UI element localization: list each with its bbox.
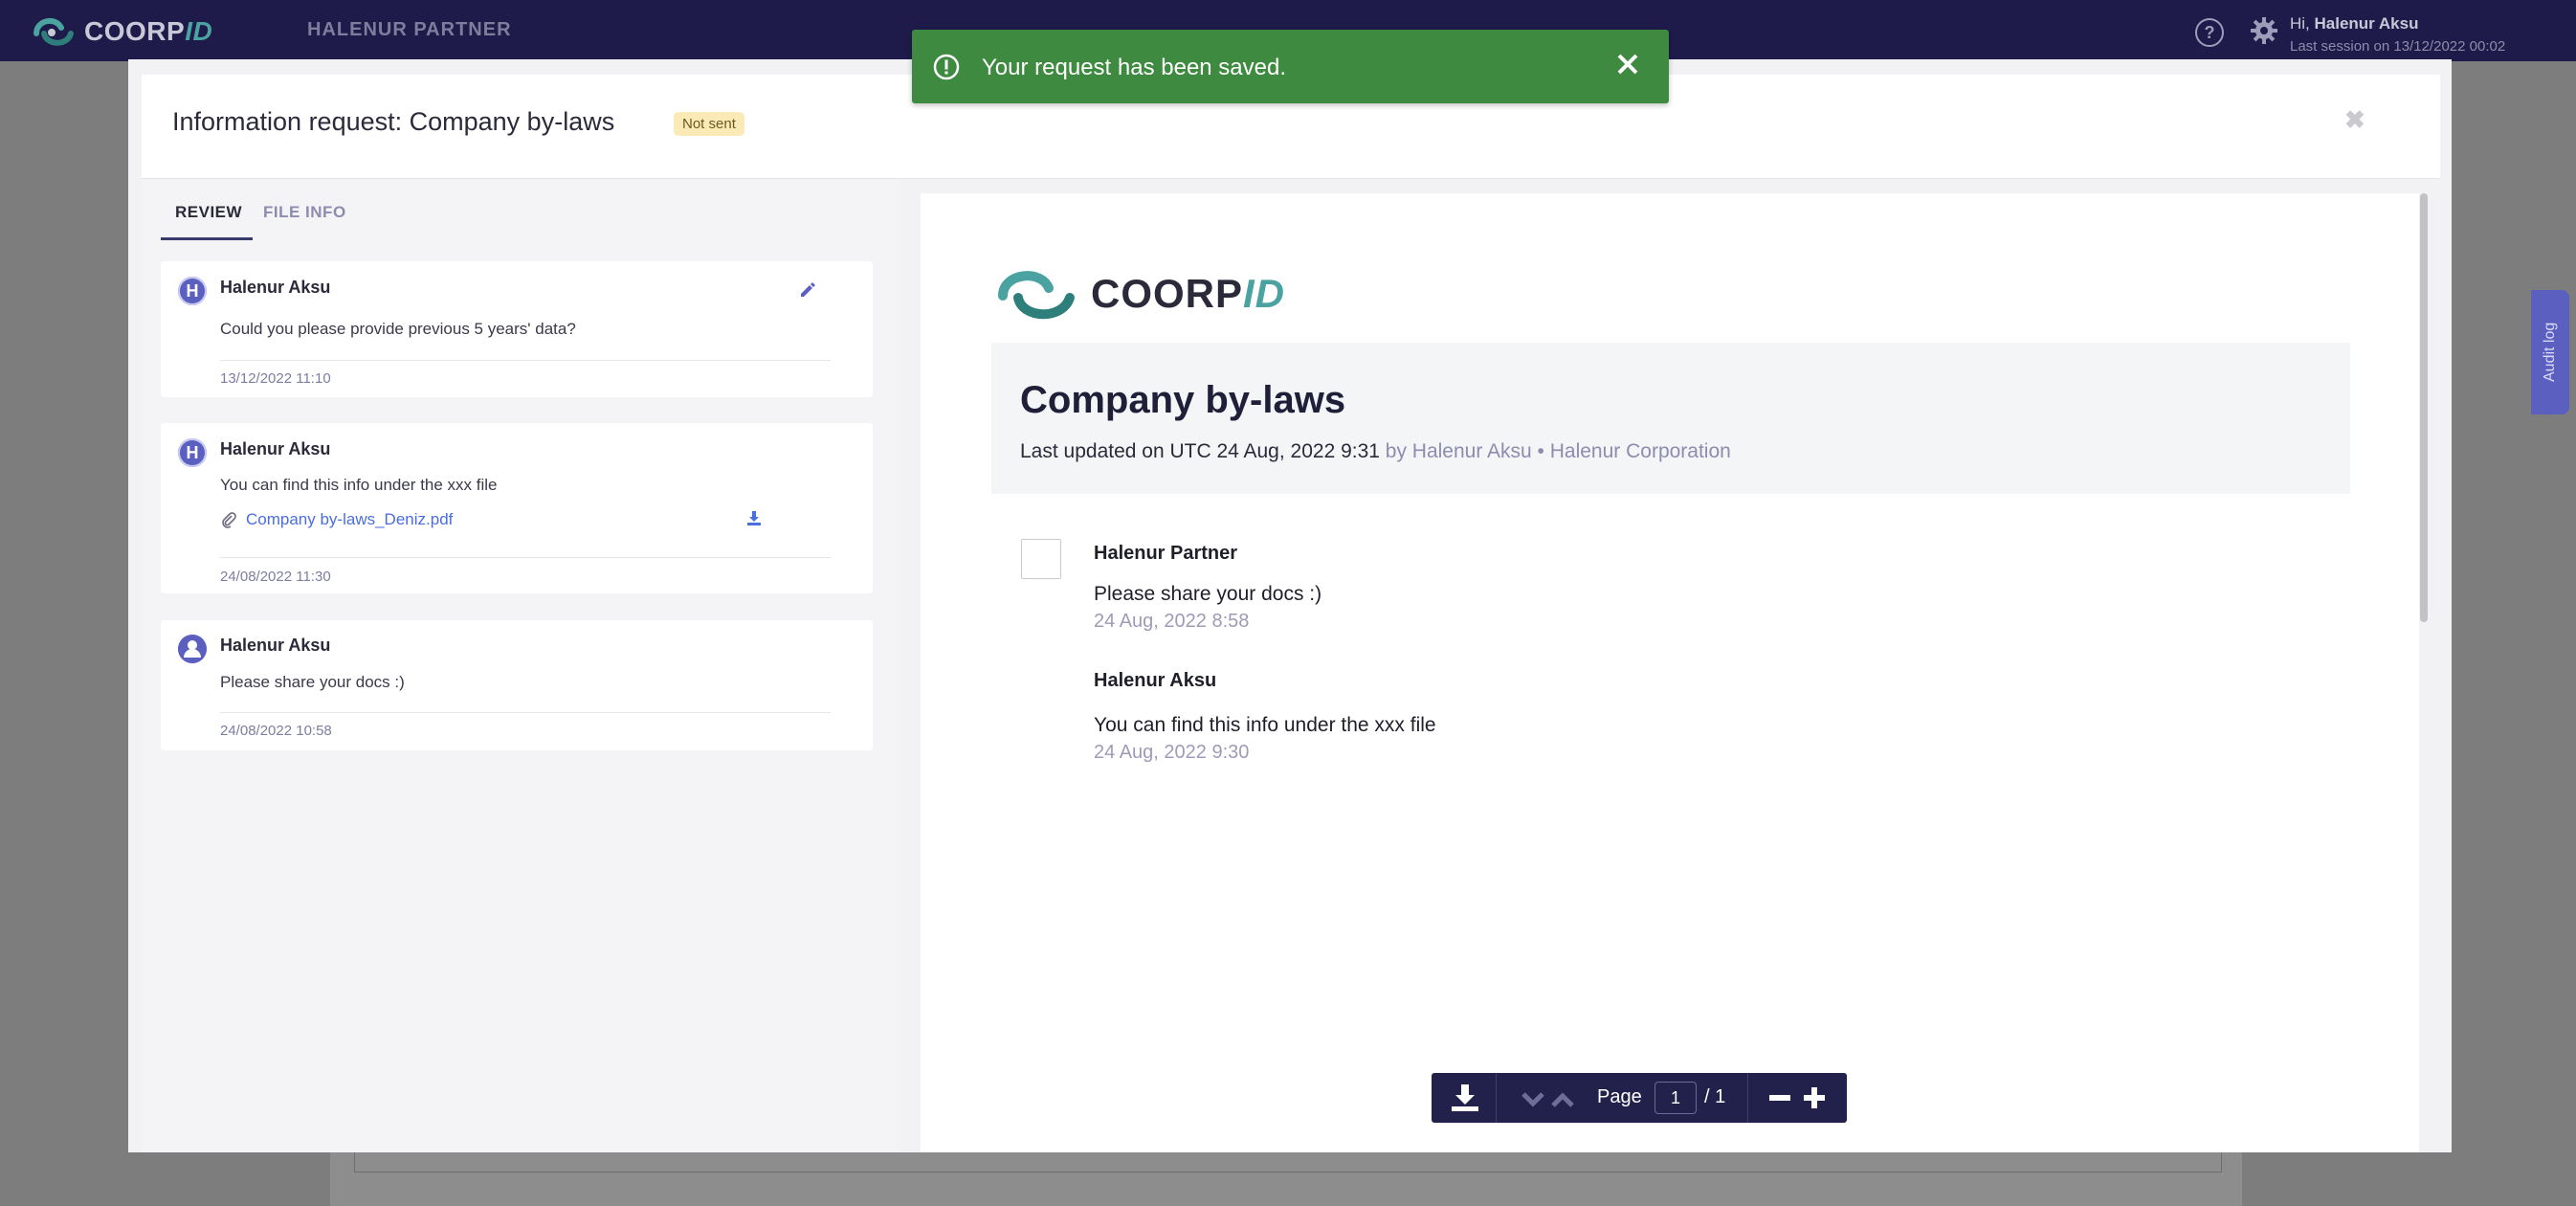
- comment-author: Halenur Aksu: [220, 278, 331, 297]
- document-scrollbar-thumb[interactable]: [2420, 193, 2428, 622]
- user-greeting[interactable]: Hi, Halenur Aksu: [2290, 14, 2418, 34]
- comment-text: Could you please provide previous 5 year…: [220, 320, 576, 338]
- avatar: H: [178, 438, 207, 467]
- zoom-in-icon[interactable]: [1802, 1085, 1827, 1110]
- download-icon[interactable]: [1449, 1083, 1481, 1113]
- paperclip-icon: [222, 512, 236, 528]
- close-modal-icon[interactable]: ✖: [2344, 105, 2365, 135]
- toolbar-divider: [1747, 1073, 1748, 1123]
- user-avatar-icon: [178, 635, 207, 663]
- audit-log-tab[interactable]: Audit log: [2531, 290, 2569, 414]
- help-icon[interactable]: ?: [2195, 18, 2224, 47]
- document-message-text: Please share your docs :): [1094, 583, 1322, 605]
- document-message-author: Halenur Partner: [1094, 543, 1238, 564]
- comment-divider: [220, 712, 831, 713]
- attachment-link[interactable]: Company by-laws_Deniz.pdf: [246, 510, 453, 529]
- edit-pencil-icon[interactable]: [798, 280, 817, 300]
- chevron-up-icon[interactable]: [1550, 1086, 1575, 1111]
- comment-date: 13/12/2022 11:10: [220, 370, 331, 387]
- comment-text: You can find this info under the xxx fil…: [220, 476, 498, 494]
- document-message-author: Halenur Aksu: [1094, 670, 1217, 691]
- document-message-text: You can find this info under the xxx fil…: [1094, 714, 1436, 736]
- chevron-down-icon[interactable]: [1521, 1086, 1545, 1111]
- download-icon[interactable]: [744, 508, 764, 527]
- comment-divider: [220, 557, 831, 558]
- document-title: Company by-laws: [1020, 379, 1346, 421]
- comment-divider: [220, 360, 831, 361]
- comment-date: 24/08/2022 10:58: [220, 723, 332, 739]
- comment-author: Halenur Aksu: [220, 636, 331, 655]
- status-badge: Not sent: [674, 112, 744, 136]
- modal-title: Information request: Company by-laws: [172, 107, 615, 136]
- document-last-updated: Last updated on UTC 24 Aug, 2022 9:31 by…: [1020, 440, 1731, 462]
- document-message-date: 24 Aug, 2022 9:30: [1094, 742, 1250, 763]
- tab-file-info[interactable]: FILE INFO: [263, 203, 346, 222]
- document-brand-name: COORPID: [1091, 271, 1286, 316]
- user-name: Halenur Aksu: [2314, 14, 2419, 33]
- alert-circle-icon: [933, 54, 960, 80]
- zoom-out-icon[interactable]: [1767, 1085, 1792, 1110]
- brand-logo-link[interactable]: COORPID: [29, 12, 212, 51]
- page-number-input[interactable]: [1654, 1082, 1697, 1114]
- avatar: H: [178, 277, 207, 305]
- toolbar-divider: [1496, 1073, 1497, 1123]
- brand-name: COORPID: [84, 16, 213, 46]
- last-session-text: Last session on 13/12/2022 00:02: [2290, 38, 2506, 55]
- document-message-date: 24 Aug, 2022 8:58: [1094, 611, 1250, 632]
- document-checkbox: [1021, 539, 1061, 579]
- total-pages: / 1: [1704, 1086, 1726, 1107]
- coorpid-logo-icon: [998, 271, 1075, 320]
- coorpid-logo-icon: [33, 17, 74, 46]
- active-tab-indicator: [161, 237, 253, 240]
- comment-date: 24/08/2022 11:30: [220, 569, 331, 585]
- comment-author: Halenur Aksu: [220, 439, 331, 458]
- close-icon[interactable]: [1615, 52, 1640, 77]
- tab-review[interactable]: REVIEW: [175, 203, 242, 222]
- gear-icon[interactable]: [2249, 15, 2279, 46]
- partner-name: HALENUR PARTNER: [307, 19, 512, 40]
- toast-message: Your request has been saved.: [982, 55, 1287, 80]
- page-label: Page: [1597, 1086, 1642, 1107]
- comment-text: Please share your docs :): [220, 673, 405, 691]
